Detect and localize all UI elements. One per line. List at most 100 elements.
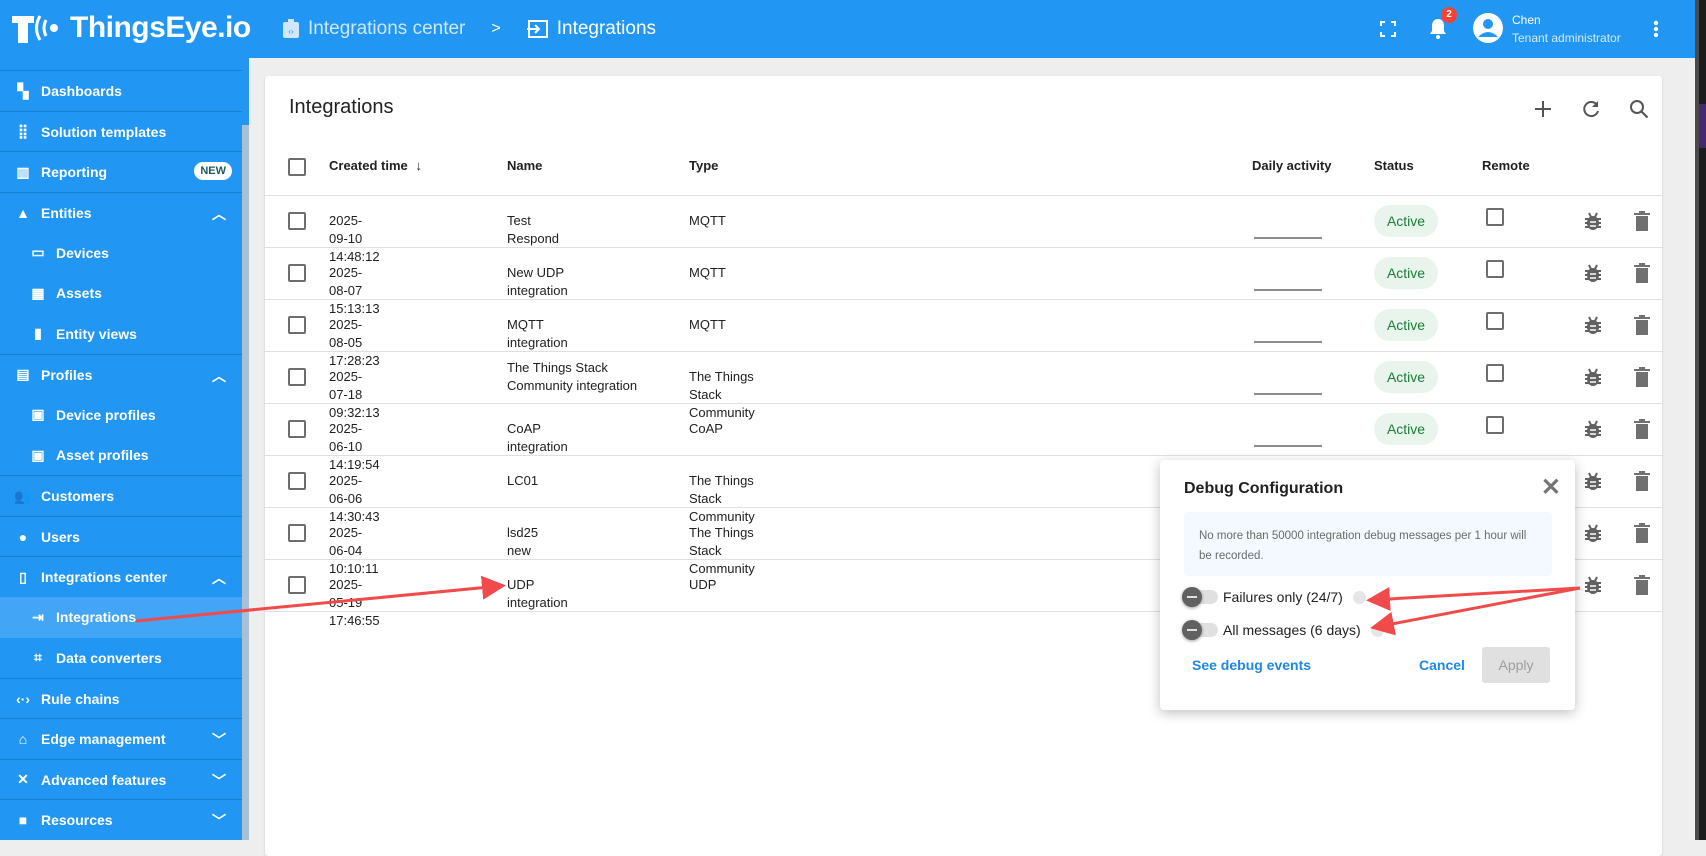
sidebar-item-edge-management[interactable]: ⌂ Edge management ﹀ <box>0 718 242 759</box>
delete-trash-icon[interactable] <box>1631 366 1653 388</box>
column-header-created-time[interactable]: Created time ↓ <box>329 158 422 173</box>
chevron-up-icon[interactable]: ︿ <box>212 204 226 224</box>
delete-trash-icon[interactable] <box>1631 418 1653 440</box>
remote-checkbox[interactable] <box>1486 208 1504 226</box>
sidebar-item-dashboards[interactable]: ▚ Dashboards <box>0 70 242 111</box>
column-header-status[interactable]: Status <box>1374 158 1414 173</box>
more-vert-icon[interactable] <box>1643 16 1669 42</box>
apply-button[interactable]: Apply <box>1482 647 1550 683</box>
see-debug-events-button[interactable]: See debug events <box>1192 647 1311 683</box>
sidebar-item-rule-chains[interactable]: ‹·› Rule chains <box>0 677 242 719</box>
delete-trash-icon[interactable] <box>1631 522 1653 544</box>
remote-checkbox[interactable] <box>1486 260 1504 278</box>
breadcrumb-integrations-center[interactable]: ‹› Integrations center <box>282 18 465 40</box>
debug-bug-icon[interactable] <box>1582 470 1604 492</box>
sidebar-item-customers[interactable]: 👥 Customers <box>0 475 242 516</box>
delete-trash-icon[interactable] <box>1631 314 1653 336</box>
breadcrumb-separator: > <box>491 20 501 37</box>
column-header-remote[interactable]: Remote <box>1482 158 1530 173</box>
debug-bug-icon[interactable] <box>1582 262 1604 284</box>
failures-only-toggle[interactable]: Failures only (24/7) <box>1182 587 1366 607</box>
search-button[interactable] <box>1626 96 1652 122</box>
fullscreen-icon[interactable] <box>1375 16 1401 42</box>
sidebar-item-asset-profiles[interactable]: ▣ Asset profiles <box>0 435 242 476</box>
info-icon[interactable] <box>1352 590 1366 604</box>
debug-bug-icon[interactable] <box>1582 522 1604 544</box>
sidebar-scrollbar-thumb[interactable] <box>242 125 249 840</box>
sidebar-item-entity-views[interactable]: ▮ Entity views <box>0 313 242 354</box>
debug-bug-icon[interactable] <box>1582 418 1604 440</box>
created-time-cell: 2025-08-07 15:13:13 <box>329 265 380 316</box>
sidebar-item-reporting[interactable]: ▥ Reporting NEW <box>0 151 242 192</box>
profiles-icon: ▤ <box>16 366 30 382</box>
status-badge: Active <box>1374 257 1438 289</box>
sidebar-item-label: Data converters <box>56 649 162 666</box>
sidebar-item-assets[interactable]: ▦ Assets <box>0 273 242 314</box>
dashboard-icon: ▚ <box>17 82 29 99</box>
info-icon[interactable] <box>1370 623 1384 637</box>
chevron-down-icon[interactable]: ﹀ <box>212 811 226 831</box>
plus-icon <box>1535 101 1551 117</box>
notifications-count-badge: 2 <box>1441 7 1457 23</box>
column-header-label: Created time <box>329 158 408 173</box>
sidebar-item-label: Assets <box>56 285 102 301</box>
remote-checkbox[interactable] <box>1486 364 1504 382</box>
column-header-name[interactable]: Name <box>507 158 542 173</box>
delete-trash-icon[interactable] <box>1631 262 1653 284</box>
chevron-down-icon[interactable]: ﹀ <box>212 771 226 791</box>
row-checkbox[interactable] <box>288 576 306 594</box>
created-time-cell: 2025-07-18 09:32:13 <box>329 369 380 420</box>
column-header-type[interactable]: Type <box>689 158 718 173</box>
refresh-button[interactable] <box>1578 96 1604 122</box>
sidebar-item-integrations[interactable]: ⇥ Integrations <box>0 596 242 638</box>
debug-bug-icon[interactable] <box>1582 210 1604 232</box>
row-checkbox[interactable] <box>288 368 306 386</box>
daily-activity-sparkline <box>1254 289 1322 291</box>
integrations-center-icon: ‹› <box>283 19 299 38</box>
remote-checkbox[interactable] <box>1486 312 1504 330</box>
all-messages-toggle[interactable]: All messages (6 days) <box>1182 620 1384 640</box>
cancel-button[interactable]: Cancel <box>1419 647 1465 683</box>
toggle-track[interactable] <box>1182 620 1218 640</box>
close-icon[interactable]: ✕ <box>1541 476 1561 500</box>
sidebar-item-device-profiles[interactable]: ▣ Device profiles <box>0 394 242 435</box>
debug-bug-icon[interactable] <box>1582 574 1604 596</box>
delete-trash-icon[interactable] <box>1631 210 1653 232</box>
sidebar-item-profiles[interactable]: ▤ Profiles ︿ <box>0 353 242 395</box>
row-checkbox[interactable] <box>288 420 306 438</box>
debug-bug-icon[interactable] <box>1582 314 1604 336</box>
row-checkbox[interactable] <box>288 472 306 490</box>
sidebar-item-advanced-features[interactable]: ✕ Advanced features ﹀ <box>0 758 242 800</box>
created-time-cell: 2025-05-19 17:46:55 <box>329 577 380 628</box>
remote-checkbox[interactable] <box>1486 416 1504 434</box>
add-integration-button[interactable] <box>1530 96 1556 122</box>
sidebar-item-label: Resources <box>41 812 113 828</box>
sidebar-item-users[interactable]: ● Users <box>0 515 242 557</box>
sidebar-item-data-converters[interactable]: ⌗ Data converters <box>0 637 242 678</box>
sidebar-item-resources[interactable]: ■ Resources ﹀ <box>0 799 242 840</box>
row-checkbox[interactable] <box>288 524 306 542</box>
toggle-track[interactable] <box>1182 587 1218 607</box>
delete-trash-icon[interactable] <box>1631 574 1653 596</box>
daily-activity-sparkline <box>1254 393 1322 395</box>
sidebar-item-entities[interactable]: ▲ Entities ︿ <box>0 191 242 233</box>
logo[interactable]: ThingsEye.io <box>10 10 251 46</box>
select-all-checkbox[interactable] <box>288 158 306 176</box>
row-checkbox[interactable] <box>288 264 306 282</box>
background-window-highlight <box>1699 104 1706 148</box>
sidebar-scrollbar[interactable] <box>242 58 249 840</box>
sidebar-item-integrations-center[interactable]: ▯ Integrations center ︿ <box>0 556 242 597</box>
delete-trash-icon[interactable] <box>1631 470 1653 492</box>
chevron-up-icon[interactable]: ︿ <box>212 568 226 588</box>
chevron-up-icon[interactable]: ︿ <box>212 366 226 386</box>
debug-bug-icon[interactable] <box>1582 366 1604 388</box>
sidebar-item-solution-templates[interactable]: ⣿ Solution templates <box>0 110 242 152</box>
sidebar-item-label: Integrations <box>56 609 137 625</box>
status-badge: Active <box>1374 309 1438 341</box>
user-info[interactable]: Chen Tenant administrator <box>1512 11 1621 47</box>
row-checkbox[interactable] <box>288 316 306 334</box>
row-checkbox[interactable] <box>288 212 306 230</box>
sidebar-item-devices[interactable]: ▭ Devices <box>0 232 242 273</box>
avatar[interactable] <box>1472 12 1504 44</box>
chevron-down-icon[interactable]: ﹀ <box>212 730 226 750</box>
